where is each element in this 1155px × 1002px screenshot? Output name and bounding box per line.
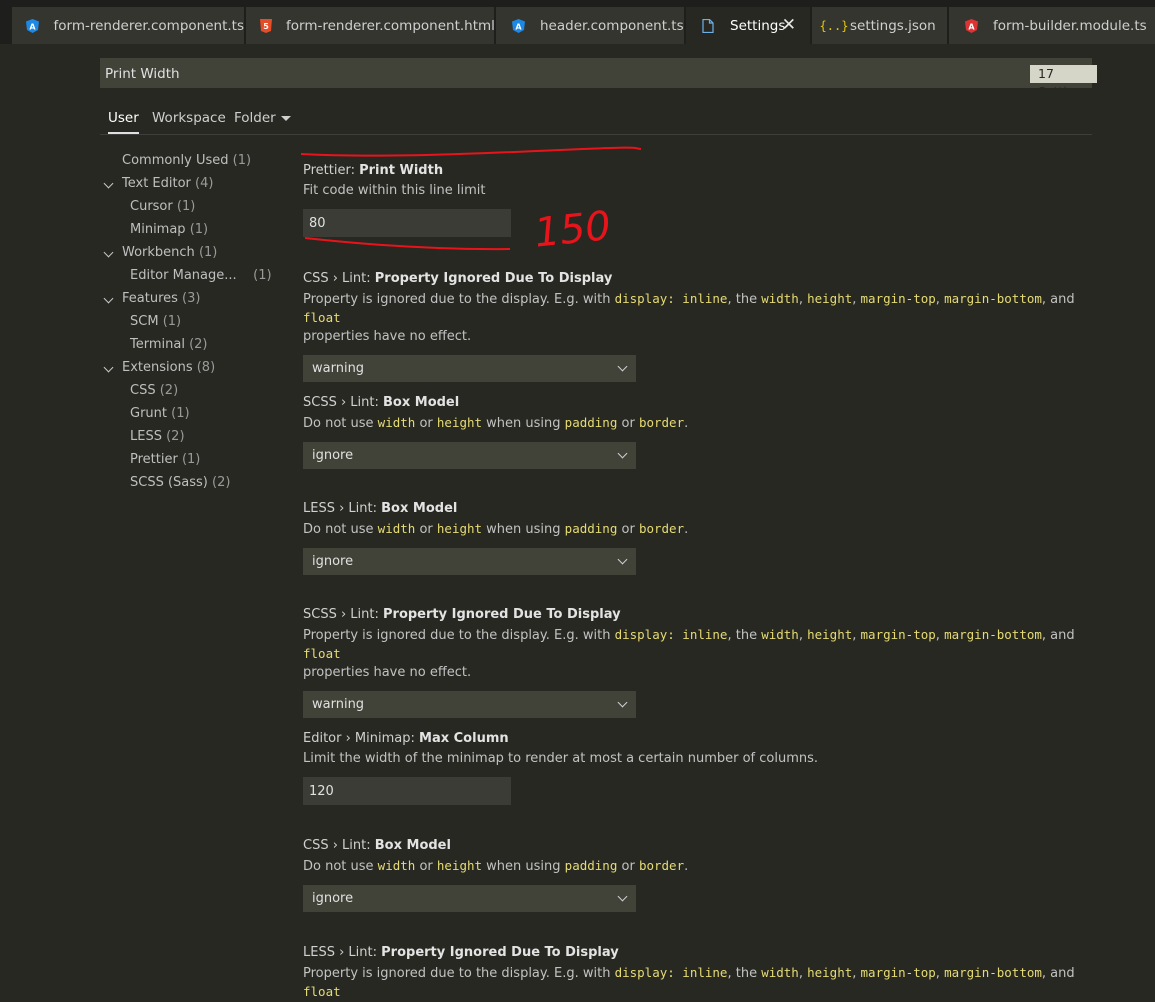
tab-label: header.component.ts [540,17,684,34]
chevron-down-icon [617,554,628,565]
setting-description: Do not use width or height when using pa… [303,521,689,537]
tab-settings[interactable]: Settings ✕ [686,7,810,44]
minimap-max-column-input[interactable] [303,777,511,805]
file-icon [700,18,716,33]
tab-form-renderer-html[interactable]: 5 form-renderer.component.html [246,7,494,44]
setting-title: LESS › Lint: Box Model [303,501,458,516]
setting-description: Property is ignored due to the display. … [303,627,1075,680]
setting-title: LESS › Lint: Property Ignored Due To Dis… [303,945,619,960]
toc-editor-management[interactable]: Editor Manage... (1) [130,268,272,283]
tab-label: Settings [730,17,786,34]
chevron-down-icon [103,362,114,373]
setting-title: Editor › Minimap: Max Column [303,731,509,746]
setting-description: Do not use width or height when using pa… [303,858,689,874]
toc-css[interactable]: CSS (2) [130,383,178,398]
setting-css-property-ignored: CSS › Lint: Property Ignored Due To Disp… [303,271,1103,382]
tab-folder[interactable]: Folder [234,110,276,126]
setting-css-box-model: CSS › Lint: Box Model Do not use width o… [303,838,1103,912]
setting-description: Property is ignored due to the display. … [303,291,1075,344]
toc-scm[interactable]: SCM (1) [130,314,181,329]
scss-box-model-select[interactable]: ignore [303,442,636,469]
setting-prettier-print-width: Prettier: Print Width Fit code within th… [303,163,1103,237]
tab-form-renderer-ts[interactable]: A form-renderer.component.ts [12,7,244,44]
toc-scss[interactable]: SCSS (Sass) (2) [130,475,230,490]
html5-icon: 5 [260,18,272,33]
angular-icon: A [510,18,526,33]
toc-minimap[interactable]: Minimap (1) [130,222,208,237]
toc-cursor[interactable]: Cursor (1) [130,199,195,214]
setting-title: CSS › Lint: Property Ignored Due To Disp… [303,271,613,286]
css-box-model-select[interactable]: ignore [303,885,636,912]
toc-grunt[interactable]: Grunt (1) [130,406,190,421]
toc-extensions[interactable]: Extensions (8) [103,360,215,375]
toc-features[interactable]: Features (3) [103,291,200,306]
chevron-down-icon [103,293,114,304]
editor-tab-bar: A form-renderer.component.ts 5 form-rend… [0,0,1155,44]
setting-description: Property is ignored due to the display. … [303,965,1075,999]
toc-less[interactable]: LESS (2) [130,429,185,444]
setting-title: SCSS › Lint: Box Model [303,395,460,410]
setting-title: Prettier: Print Width [303,163,444,178]
svg-text:5: 5 [263,22,269,31]
svg-text:A: A [968,22,975,31]
setting-description: Fit code within this line limit [303,183,486,198]
angular-icon: A [963,18,979,33]
toc-text-editor[interactable]: Text Editor (4) [103,176,213,191]
less-box-model-select[interactable]: ignore [303,548,636,575]
svg-text:A: A [515,22,522,31]
tab-form-builder-module[interactable]: A form-builder.module.ts [949,7,1155,44]
settings-scope-tabs: User Workspace Folder [100,104,1092,135]
svg-text:A: A [30,22,37,31]
setting-description: Limit the width of the minimap to render… [303,751,819,766]
toc-workbench[interactable]: Workbench (1) [103,245,217,260]
settings-search-bar: 17 Settings Found [100,58,1098,117]
setting-less-box-model: LESS › Lint: Box Model Do not use width … [303,501,1103,575]
settings-found-badge: 17 Settings Found [1030,65,1098,117]
tab-header-component[interactable]: A header.component.ts [496,7,684,44]
setting-title: SCSS › Lint: Property Ignored Due To Dis… [303,607,621,622]
toc-commonly-used[interactable]: Commonly Used (1) [122,153,251,168]
json-braces-icon: {..} [819,18,849,33]
setting-scss-property-ignored: SCSS › Lint: Property Ignored Due To Dis… [303,607,1103,718]
chevron-down-icon[interactable] [281,116,291,121]
toc-prettier[interactable]: Prettier (1) [130,452,200,467]
setting-description: Do not use width or height when using pa… [303,415,689,431]
scss-property-ignored-select[interactable]: warning [303,691,636,718]
chevron-down-icon [103,247,114,258]
close-icon[interactable]: ✕ [782,15,796,35]
setting-less-property-ignored: LESS › Lint: Property Ignored Due To Dis… [303,945,1103,1002]
setting-scss-box-model: SCSS › Lint: Box Model Do not use width … [303,395,1103,469]
angular-icon: A [26,18,40,33]
tab-label: settings.json [850,17,936,34]
css-property-ignored-select[interactable]: warning [303,355,636,382]
tab-workspace[interactable]: Workspace [152,110,226,126]
setting-title: CSS › Lint: Box Model [303,838,451,853]
tab-label: form-renderer.component.html [286,17,494,34]
chevron-down-icon [103,178,114,189]
chevron-down-icon [617,891,628,902]
settings-search-input[interactable] [100,58,907,90]
toc-terminal[interactable]: Terminal (2) [130,337,208,352]
chevron-down-icon [617,697,628,708]
tab-settings-json[interactable]: {..} settings.json [812,7,947,44]
tab-label: form-builder.module.ts [993,17,1147,34]
tab-user[interactable]: User [108,110,139,134]
chevron-down-icon [617,448,628,459]
print-width-input[interactable] [303,209,511,237]
setting-minimap-max-column: Editor › Minimap: Max Column Limit the w… [303,731,1103,805]
tab-label: form-renderer.component.ts [53,17,245,34]
chevron-down-icon [617,361,628,372]
